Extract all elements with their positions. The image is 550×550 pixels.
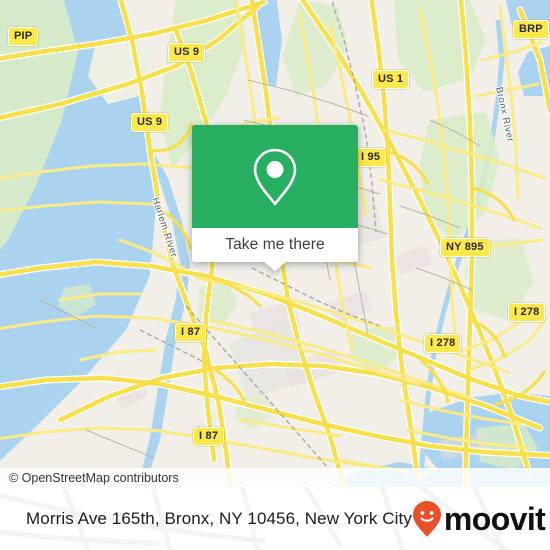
map-shield-us9-south: US 9: [131, 113, 169, 132]
map-shield-i87-north: I 87: [175, 323, 207, 342]
map-shield-brp: BRP: [513, 20, 549, 39]
map-shield-i278-south: I 278: [424, 334, 462, 353]
moovit-smiley-pin-icon: [412, 500, 441, 537]
map-attribution-bar: © OpenStreetMap contributors: [0, 468, 550, 487]
map-shield-ny895: NY 895: [440, 238, 490, 257]
location-popup[interactable]: Take me there: [192, 125, 358, 271]
map-shield-i95: I 95: [355, 148, 387, 167]
popup-action[interactable]: Take me there: [192, 228, 358, 271]
moovit-wordmark: moovit: [443, 500, 546, 537]
map-shield-pip: PIP: [8, 27, 39, 46]
popup-header: [192, 125, 358, 228]
map-shield-us9-north: US 9: [168, 43, 206, 62]
map-shield-i278-east: I 278: [508, 303, 546, 322]
map-pin-icon: [253, 148, 297, 205]
moovit-logo[interactable]: moovit: [412, 500, 546, 538]
map-canvas[interactable]: Harlem River Bronx River PIP US 9 US 9 B…: [0, 0, 550, 487]
map-shield-us1: US 1: [372, 70, 410, 89]
popup-action-label: Take me there: [225, 236, 325, 253]
map-shield-i87-south: I 87: [193, 427, 225, 446]
footer-bar: Morris Ave 165th, Bronx, NY 10456, New Y…: [0, 487, 550, 550]
address-label: Morris Ave 165th, Bronx, NY 10456, New Y…: [26, 508, 412, 528]
osm-attribution-text[interactable]: © OpenStreetMap contributors: [0, 471, 179, 485]
map-share-card: Harlem River Bronx River PIP US 9 US 9 B…: [0, 0, 550, 550]
popup-tail-icon: [264, 262, 286, 271]
